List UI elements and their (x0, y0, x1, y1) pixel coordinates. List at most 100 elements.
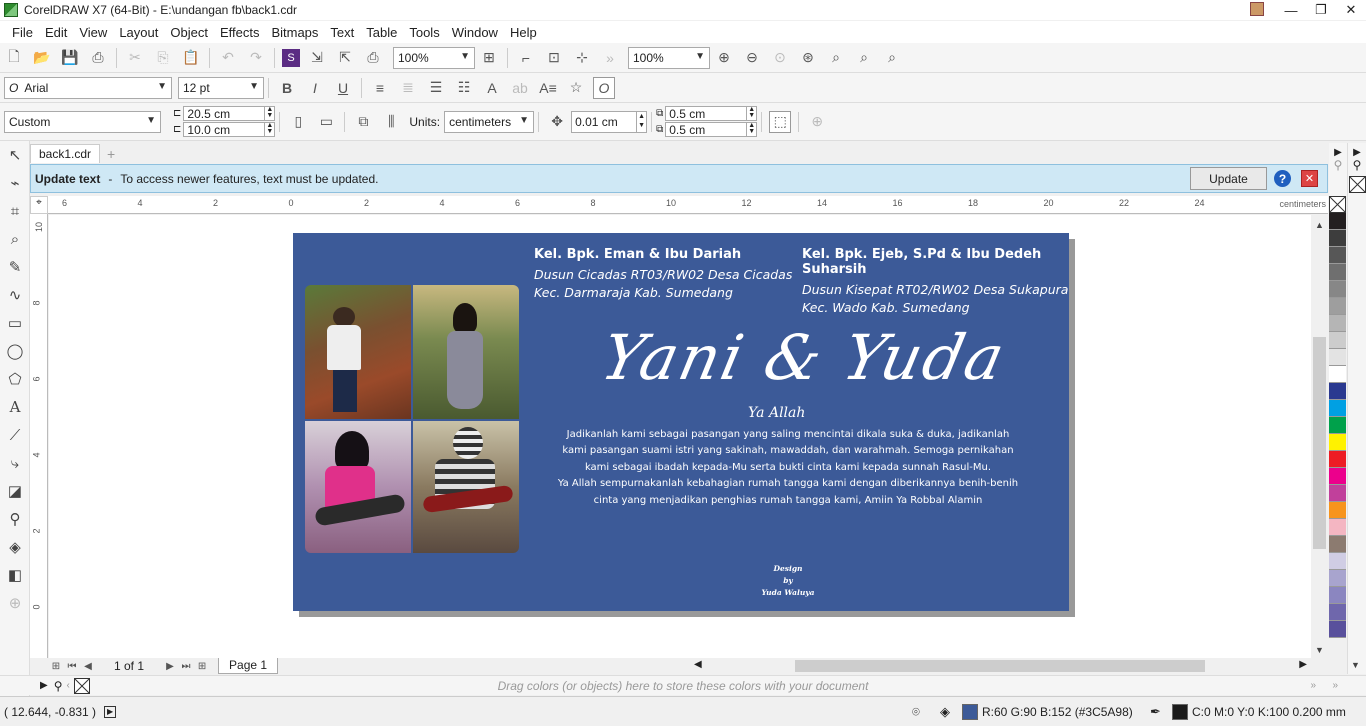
add-page-after-icon[interactable]: ⊞ (194, 661, 210, 672)
doc-palette-no-color-icon[interactable] (73, 677, 90, 694)
page-height-input[interactable]: 10.0 cm ▲ ▼ (183, 122, 276, 137)
dock-expand-icon[interactable]: ▶ (1348, 147, 1366, 158)
minimize-button[interactable]: — (1276, 0, 1306, 20)
zoom-page-icon[interactable]: ⌕ (825, 47, 847, 69)
spinner-arrows-icon[interactable]: ▲ ▼ (746, 106, 756, 120)
crop-tool-icon[interactable]: ⌗ (0, 197, 30, 225)
palette-swatch[interactable] (1329, 230, 1346, 247)
landscape-icon[interactable]: ▭ (315, 111, 337, 133)
menu-text[interactable]: Text (324, 25, 360, 40)
fill-color-swatch[interactable] (962, 703, 978, 720)
add-tool-icon[interactable]: ⊕ (0, 589, 30, 617)
copy-icon[interactable]: ⎘ (152, 47, 174, 69)
update-button[interactable]: Update (1190, 167, 1267, 190)
palette-swatch[interactable] (1329, 519, 1346, 536)
palette-swatch[interactable] (1329, 349, 1346, 366)
palette-swatch[interactable] (1329, 315, 1346, 332)
zoom-width-icon[interactable]: ⌕ (853, 47, 875, 69)
italic-icon[interactable]: I (304, 77, 326, 99)
menu-effects[interactable]: Effects (214, 25, 266, 40)
cut-icon[interactable]: ✂ (124, 47, 146, 69)
spinner-arrows-icon[interactable]: ▲ ▼ (264, 122, 274, 136)
save-icon[interactable]: 💾 (59, 47, 81, 69)
horizontal-text-icon[interactable]: A≡ (537, 77, 559, 99)
text-properties-icon[interactable]: A (481, 77, 503, 99)
menu-window[interactable]: Window (446, 25, 504, 40)
eyedropper-icon[interactable]: ⚲ (0, 505, 30, 533)
spinner-arrows-icon[interactable]: ▲ ▼ (746, 122, 756, 136)
zoom-tool-icon[interactable]: ⌕ (0, 225, 30, 253)
text-tool-icon[interactable]: A (0, 393, 30, 421)
glyph-icon[interactable]: ☆ (565, 77, 587, 99)
designer-credit[interactable]: Design by Yuda Waluya (748, 563, 828, 599)
palette-swatch[interactable] (1329, 621, 1346, 638)
font-size-select[interactable]: 12 pt ▼ (178, 76, 264, 99)
last-page-icon[interactable]: ⏭ (178, 661, 194, 672)
restore-button[interactable]: ❐ (1306, 0, 1336, 20)
snap-to-icon[interactable]: ⊹ (571, 47, 593, 69)
ellipse-tool-icon[interactable]: ◯ (0, 337, 30, 365)
connector-tool-icon[interactable]: ⤷ (0, 449, 30, 477)
palette-expand-icon[interactable]: ▶ (1329, 147, 1347, 158)
doc-palette-forward2-icon[interactable]: » (1332, 680, 1338, 691)
palette-swatch[interactable] (1329, 281, 1346, 298)
zoom-in-icon[interactable]: ⊕ (713, 47, 735, 69)
rectangle-tool-icon[interactable]: ▭ (0, 309, 30, 337)
palette-swatch[interactable] (1329, 213, 1346, 230)
treat-as-filled-icon[interactable]: ⬚ (769, 110, 792, 133)
new-tab-icon[interactable]: + (103, 147, 119, 163)
family-right[interactable]: Kel. Bpk. Ejeb, S.Pd & Ibu Dedeh Suharsi… (802, 247, 1069, 317)
menu-edit[interactable]: Edit (39, 25, 73, 40)
palette-swatch[interactable] (1329, 434, 1346, 451)
prev-page-icon[interactable]: ◀ (80, 661, 96, 672)
color-proof-icon[interactable]: ⌾ (912, 704, 920, 720)
menu-layout[interactable]: Layout (113, 25, 164, 40)
print-icon[interactable]: ⎙ (87, 47, 109, 69)
menu-file[interactable]: File (6, 25, 39, 40)
all-pages-icon[interactable]: ⧉ (352, 111, 374, 133)
palette-swatch[interactable] (1329, 451, 1346, 468)
zoom-all-icon[interactable]: ⊛ (797, 47, 819, 69)
menu-bitmaps[interactable]: Bitmaps (265, 25, 324, 40)
doc-palette-forward-icon[interactable]: » (1310, 680, 1316, 691)
horizontal-scrollbar[interactable]: ◀ ▶ (690, 658, 1311, 674)
help-icon[interactable]: ? (1274, 170, 1291, 187)
close-button[interactable]: ✕ (1336, 0, 1366, 20)
outline-color-swatch[interactable] (1172, 703, 1188, 720)
show-grid-icon[interactable]: ⊡ (543, 47, 565, 69)
units-select[interactable]: centimeters ▼ (444, 110, 535, 133)
family-left[interactable]: Kel. Bpk. Eman & Ibu Dariah Dusun Cicada… (534, 247, 792, 302)
bullet-list-icon[interactable]: ☰ (425, 77, 447, 99)
parallel-dimension-icon[interactable]: ⟋ (0, 421, 30, 449)
smart-fill-icon[interactable]: ◧ (0, 561, 30, 589)
vertical-scroll-thumb[interactable] (1313, 337, 1326, 549)
scroll-up-icon[interactable]: ▲ (1311, 217, 1328, 233)
scroll-down-icon[interactable]: ▼ (1311, 642, 1328, 658)
corel-connect-icon[interactable]: S (282, 48, 300, 67)
invitation-page[interactable]: Kel. Bpk. Eman & Ibu Dariah Dusun Cicada… (293, 233, 1069, 611)
polygon-tool-icon[interactable]: ⬠ (0, 365, 30, 393)
page-width-input[interactable]: 20.5 cm ▲ ▼ (183, 106, 276, 121)
document-palette-bar[interactable]: Drag colors (or objects) here to store t… (0, 675, 1366, 695)
opentype-button-icon[interactable]: O (593, 76, 615, 99)
dock-no-color-icon[interactable] (1349, 176, 1366, 193)
freehand-tool-icon[interactable]: ✎ (0, 253, 30, 281)
open-icon[interactable]: 📂 (31, 47, 53, 69)
palette-swatch[interactable] (1329, 383, 1346, 400)
duplicate-y-input[interactable]: 0.5 cm ▲ ▼ (665, 122, 758, 137)
dock-scroll-down-icon[interactable]: ▼ (1351, 660, 1360, 670)
first-page-icon[interactable]: ⏮ (64, 661, 80, 672)
menu-help[interactable]: Help (504, 25, 543, 40)
artistic-media-icon[interactable]: ∿ (0, 281, 30, 309)
show-rulers-icon[interactable]: ⌐ (515, 47, 537, 69)
status-play-icon[interactable]: ▶ (104, 705, 117, 718)
prayer-text[interactable]: Jadikanlah kami sebagai pasangan yang sa… (553, 427, 1023, 509)
palette-swatch[interactable] (1329, 468, 1346, 485)
zoom-select-right[interactable]: 100% ▼ (628, 46, 710, 69)
menu-tools[interactable]: Tools (403, 25, 445, 40)
spinner-arrows-icon[interactable]: ▲ ▼ (264, 106, 274, 120)
interactive-fill-icon[interactable]: ◈ (0, 533, 30, 561)
publish-pdf-icon[interactable]: ⎙ (362, 47, 384, 69)
palette-swatch[interactable] (1329, 587, 1346, 604)
menu-table[interactable]: Table (360, 25, 403, 40)
